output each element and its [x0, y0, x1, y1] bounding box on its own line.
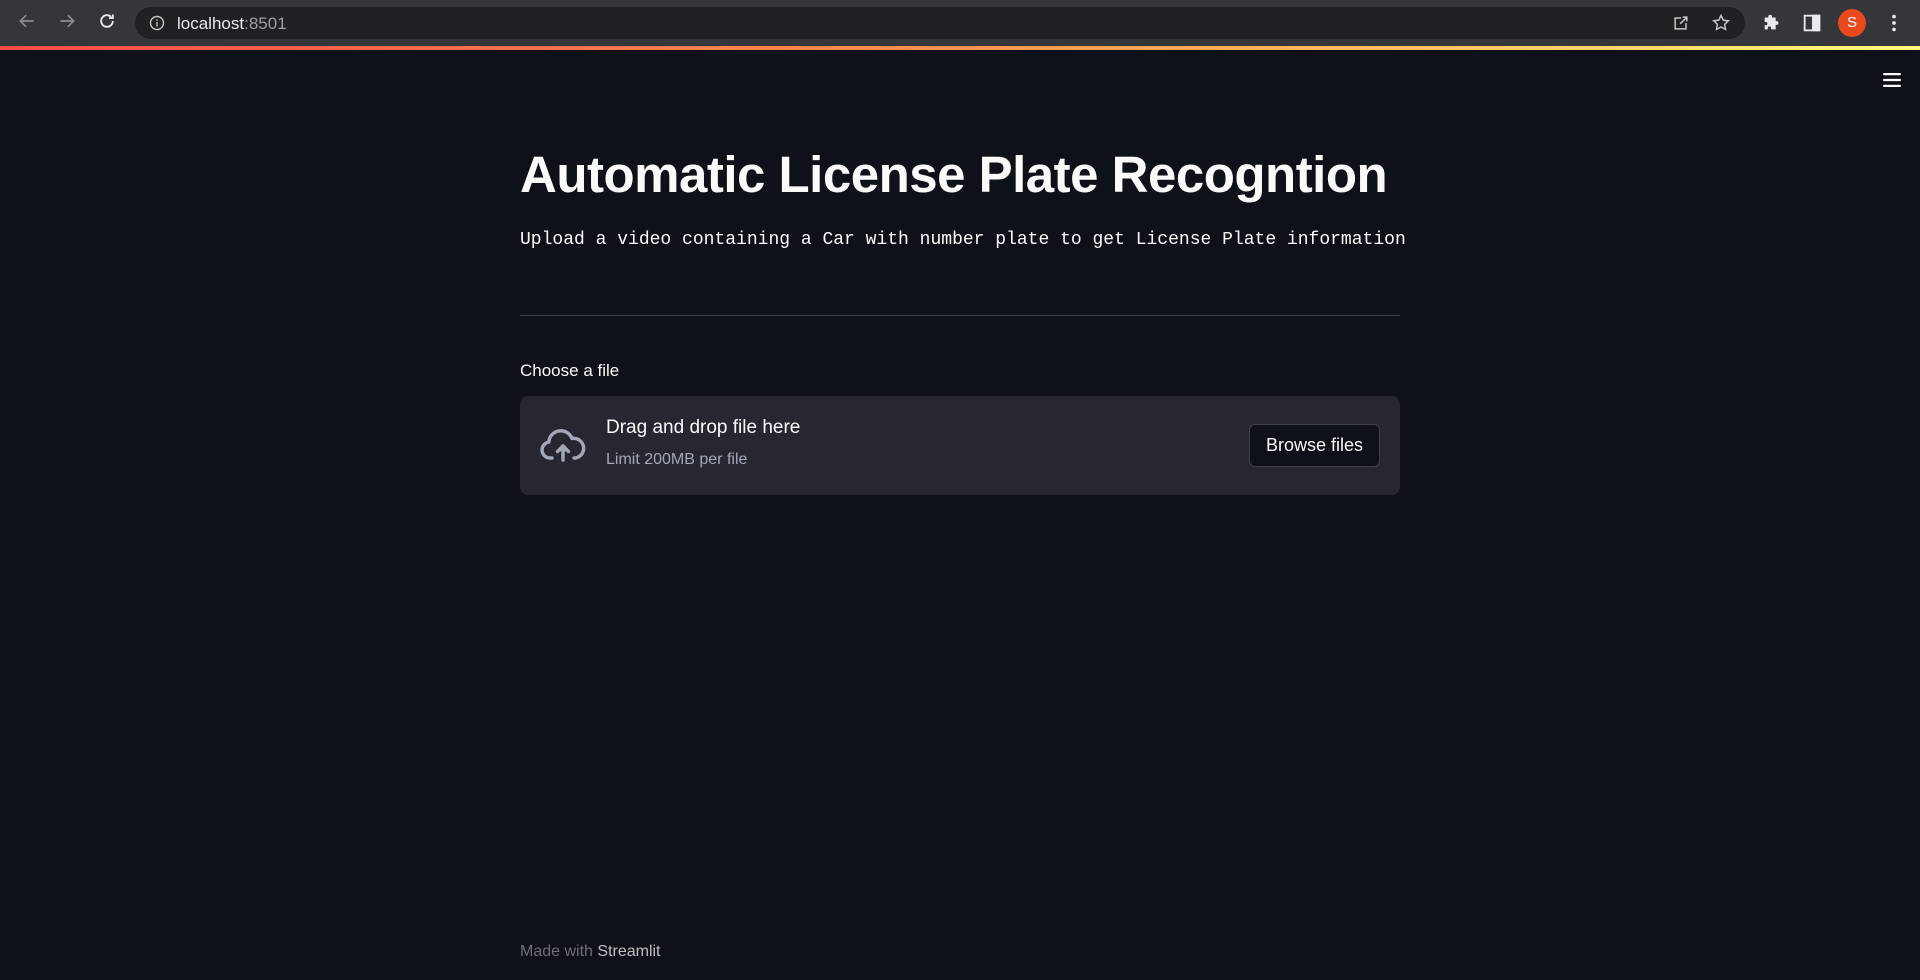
reload-icon [97, 11, 117, 36]
side-panel-icon[interactable] [1801, 12, 1823, 34]
avatar[interactable]: S [1838, 9, 1866, 37]
arrow-right-icon [57, 11, 77, 36]
divider [520, 315, 1400, 316]
hamburger-menu-icon[interactable] [1880, 68, 1904, 92]
file-size-limit: Limit 200MB per file [606, 451, 748, 468]
share-icon[interactable] [1671, 13, 1691, 33]
puzzle-icon[interactable] [1761, 12, 1783, 34]
page-title: Automatic License Plate Recogntion [520, 146, 1388, 203]
url-text[interactable]: localhost:8501 [177, 14, 287, 34]
kebab-menu-icon[interactable] [1883, 12, 1905, 34]
cloud-upload-icon [540, 426, 586, 466]
url-port: :8501 [244, 14, 287, 33]
url-host: localhost [177, 14, 245, 33]
back-button[interactable] [12, 8, 42, 38]
browse-files-button[interactable]: Browse files [1248, 424, 1380, 467]
streamlit-link[interactable]: Streamlit [597, 943, 660, 960]
footer-prefix: Made with [520, 943, 593, 960]
reload-button[interactable] [92, 8, 122, 38]
info-icon[interactable] [149, 15, 165, 31]
browser-toolbar: localhost:8501 S [0, 0, 1920, 46]
dropzone-instructions: Drag and drop file here [606, 417, 801, 438]
page-subtitle: Upload a video containing a Car with num… [520, 230, 1406, 250]
file-dropzone[interactable]: Drag and drop file here Limit 200MB per … [520, 396, 1400, 495]
arrow-left-icon [17, 11, 37, 36]
file-uploader-label: Choose a file [520, 361, 620, 380]
address-bar[interactable]: localhost:8501 [135, 7, 1745, 39]
forward-button[interactable] [52, 8, 82, 38]
star-icon[interactable] [1711, 13, 1731, 33]
footer: Made with Streamlit [520, 943, 661, 961]
